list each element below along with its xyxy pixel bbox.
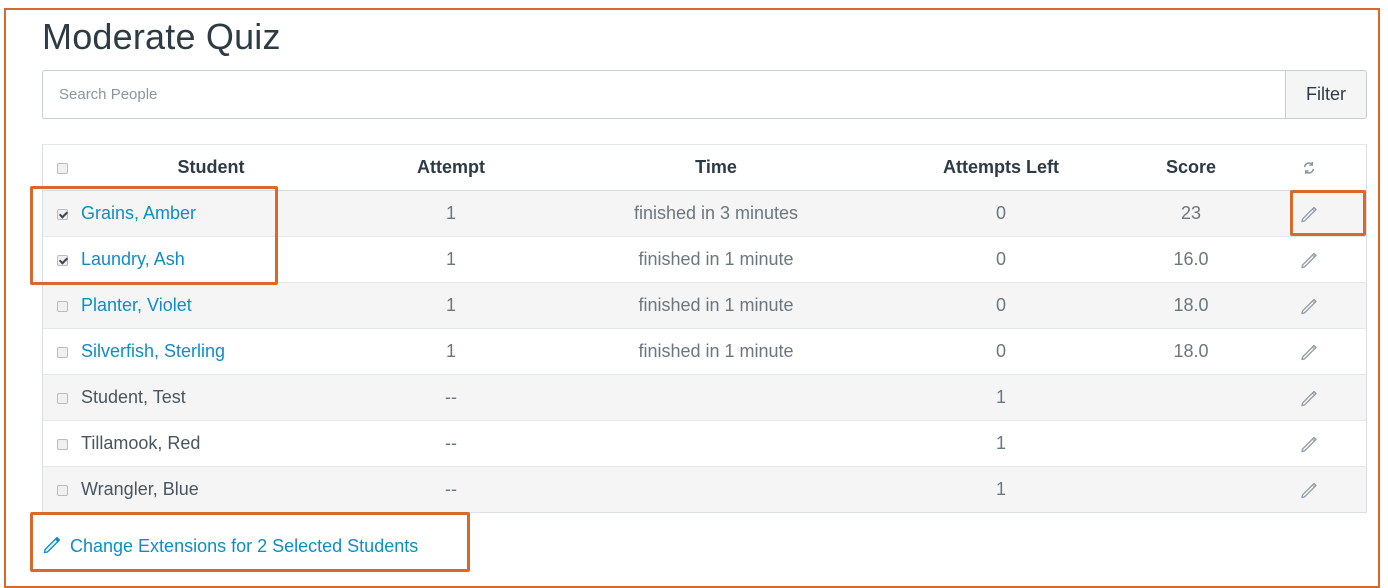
row-checkbox[interactable] <box>56 392 68 404</box>
time-cell <box>561 420 871 467</box>
row-checkbox[interactable] <box>56 254 68 266</box>
score-cell <box>1131 374 1251 421</box>
header-attempts-left[interactable]: Attempts Left <box>871 144 1131 191</box>
table-row: Planter, Violet 1 finished in 1 minute 0 18.… <box>42 282 1367 329</box>
change-extensions-label: Change Extensions for 2 Selected Student… <box>70 536 419 556</box>
student-name-cell: Planter, Violet <box>81 282 341 329</box>
score-cell: 16.0 <box>1131 236 1251 283</box>
student-name: Wrangler, Blue <box>81 479 199 499</box>
row-checkbox-cell <box>42 466 81 513</box>
page-title: Moderate Quiz <box>42 16 281 57</box>
attempts-left-cell: 0 <box>871 236 1131 283</box>
attempt-cell: -- <box>341 374 561 421</box>
search-input[interactable] <box>42 70 1285 119</box>
student-name-cell: Tillamook, Red <box>81 420 341 467</box>
change-extensions-link[interactable]: Change Extensions for 2 Selected Student… <box>42 534 418 559</box>
select-all-checkbox[interactable] <box>56 162 68 174</box>
pencil-icon[interactable] <box>1299 479 1319 499</box>
pencil-icon[interactable] <box>1299 433 1319 453</box>
time-cell: finished in 1 minute <box>561 328 871 375</box>
header-score[interactable]: Score <box>1131 144 1251 191</box>
row-checkbox[interactable] <box>56 438 68 450</box>
table-row: Wrangler, Blue -- 1 <box>42 466 1367 513</box>
time-cell: finished in 1 minute <box>561 282 871 329</box>
table-row: Student, Test -- 1 <box>42 374 1367 421</box>
header-refresh-cell <box>1251 144 1367 191</box>
edit-cell <box>1251 282 1367 329</box>
row-checkbox[interactable] <box>56 300 68 312</box>
select-all-cell <box>42 144 81 191</box>
score-cell <box>1131 420 1251 467</box>
row-checkbox[interactable] <box>56 484 68 496</box>
attempt-cell: 1 <box>341 328 561 375</box>
score-cell: 18.0 <box>1131 328 1251 375</box>
attempt-cell: 1 <box>341 190 561 237</box>
row-checkbox-cell <box>42 374 81 421</box>
attempts-left-cell: 0 <box>871 282 1131 329</box>
row-checkbox-cell <box>42 190 81 237</box>
table-row: Grains, Amber 1 finished in 3 minutes 0 23 <box>42 190 1367 237</box>
pencil-icon[interactable] <box>1299 341 1319 361</box>
edit-cell <box>1251 190 1367 237</box>
pencil-icon[interactable] <box>1299 203 1319 223</box>
edit-cell <box>1251 466 1367 513</box>
table-row: Silverfish, Sterling 1 finished in 1 minut… <box>42 328 1367 375</box>
edit-cell <box>1251 374 1367 421</box>
student-name[interactable]: Grains, Amber <box>81 203 196 223</box>
header-attempt[interactable]: Attempt <box>341 144 561 191</box>
students-table: Student Attempt Time Attempts Left Score… <box>42 144 1367 513</box>
pencil-icon[interactable] <box>1299 387 1319 407</box>
time-cell <box>561 374 871 421</box>
attempts-left-cell: 0 <box>871 190 1131 237</box>
student-name-cell: Grains, Amber <box>81 190 341 237</box>
student-name[interactable]: Laundry, Ash <box>81 249 185 269</box>
score-cell: 18.0 <box>1131 282 1251 329</box>
time-cell: finished in 3 minutes <box>561 190 871 237</box>
edit-cell <box>1251 236 1367 283</box>
attempts-left-cell: 1 <box>871 420 1131 467</box>
time-cell <box>561 466 871 513</box>
score-cell: 23 <box>1131 190 1251 237</box>
student-name: Tillamook, Red <box>81 433 201 453</box>
student-name[interactable]: Silverfish, Sterling <box>81 341 225 361</box>
table-row: Tillamook, Red -- 1 <box>42 420 1367 467</box>
pencil-icon[interactable] <box>1299 249 1319 269</box>
row-checkbox-cell <box>42 420 81 467</box>
attempts-left-cell: 0 <box>871 328 1131 375</box>
pencil-icon[interactable] <box>1299 295 1319 315</box>
pencil-icon <box>42 534 62 559</box>
attempt-cell: 1 <box>341 236 561 283</box>
student-name[interactable]: Planter, Violet <box>81 295 192 315</box>
row-checkbox-cell <box>42 328 81 375</box>
table-header-row: Student Attempt Time Attempts Left Score <box>42 144 1367 191</box>
row-checkbox[interactable] <box>56 346 68 358</box>
attempt-cell: -- <box>341 420 561 467</box>
student-name-cell: Wrangler, Blue <box>81 466 341 513</box>
time-cell: finished in 1 minute <box>561 236 871 283</box>
student-name-cell: Laundry, Ash <box>81 236 341 283</box>
student-name-cell: Student, Test <box>81 374 341 421</box>
table-row: Laundry, Ash 1 finished in 1 minute 0 16.0 <box>42 236 1367 283</box>
refresh-icon[interactable] <box>1302 157 1316 177</box>
header-time[interactable]: Time <box>561 144 871 191</box>
edit-cell <box>1251 328 1367 375</box>
header-student[interactable]: Student <box>81 144 341 191</box>
attempt-cell: -- <box>341 466 561 513</box>
search-bar: Filter <box>42 70 1367 119</box>
filter-button[interactable]: Filter <box>1285 70 1367 119</box>
student-name: Student, Test <box>81 387 186 407</box>
row-checkbox[interactable] <box>56 208 68 220</box>
attempts-left-cell: 1 <box>871 466 1131 513</box>
attempts-left-cell: 1 <box>871 374 1131 421</box>
student-name-cell: Silverfish, Sterling <box>81 328 341 375</box>
row-checkbox-cell <box>42 282 81 329</box>
row-checkbox-cell <box>42 236 81 283</box>
attempt-cell: 1 <box>341 282 561 329</box>
edit-cell <box>1251 420 1367 467</box>
score-cell <box>1131 466 1251 513</box>
